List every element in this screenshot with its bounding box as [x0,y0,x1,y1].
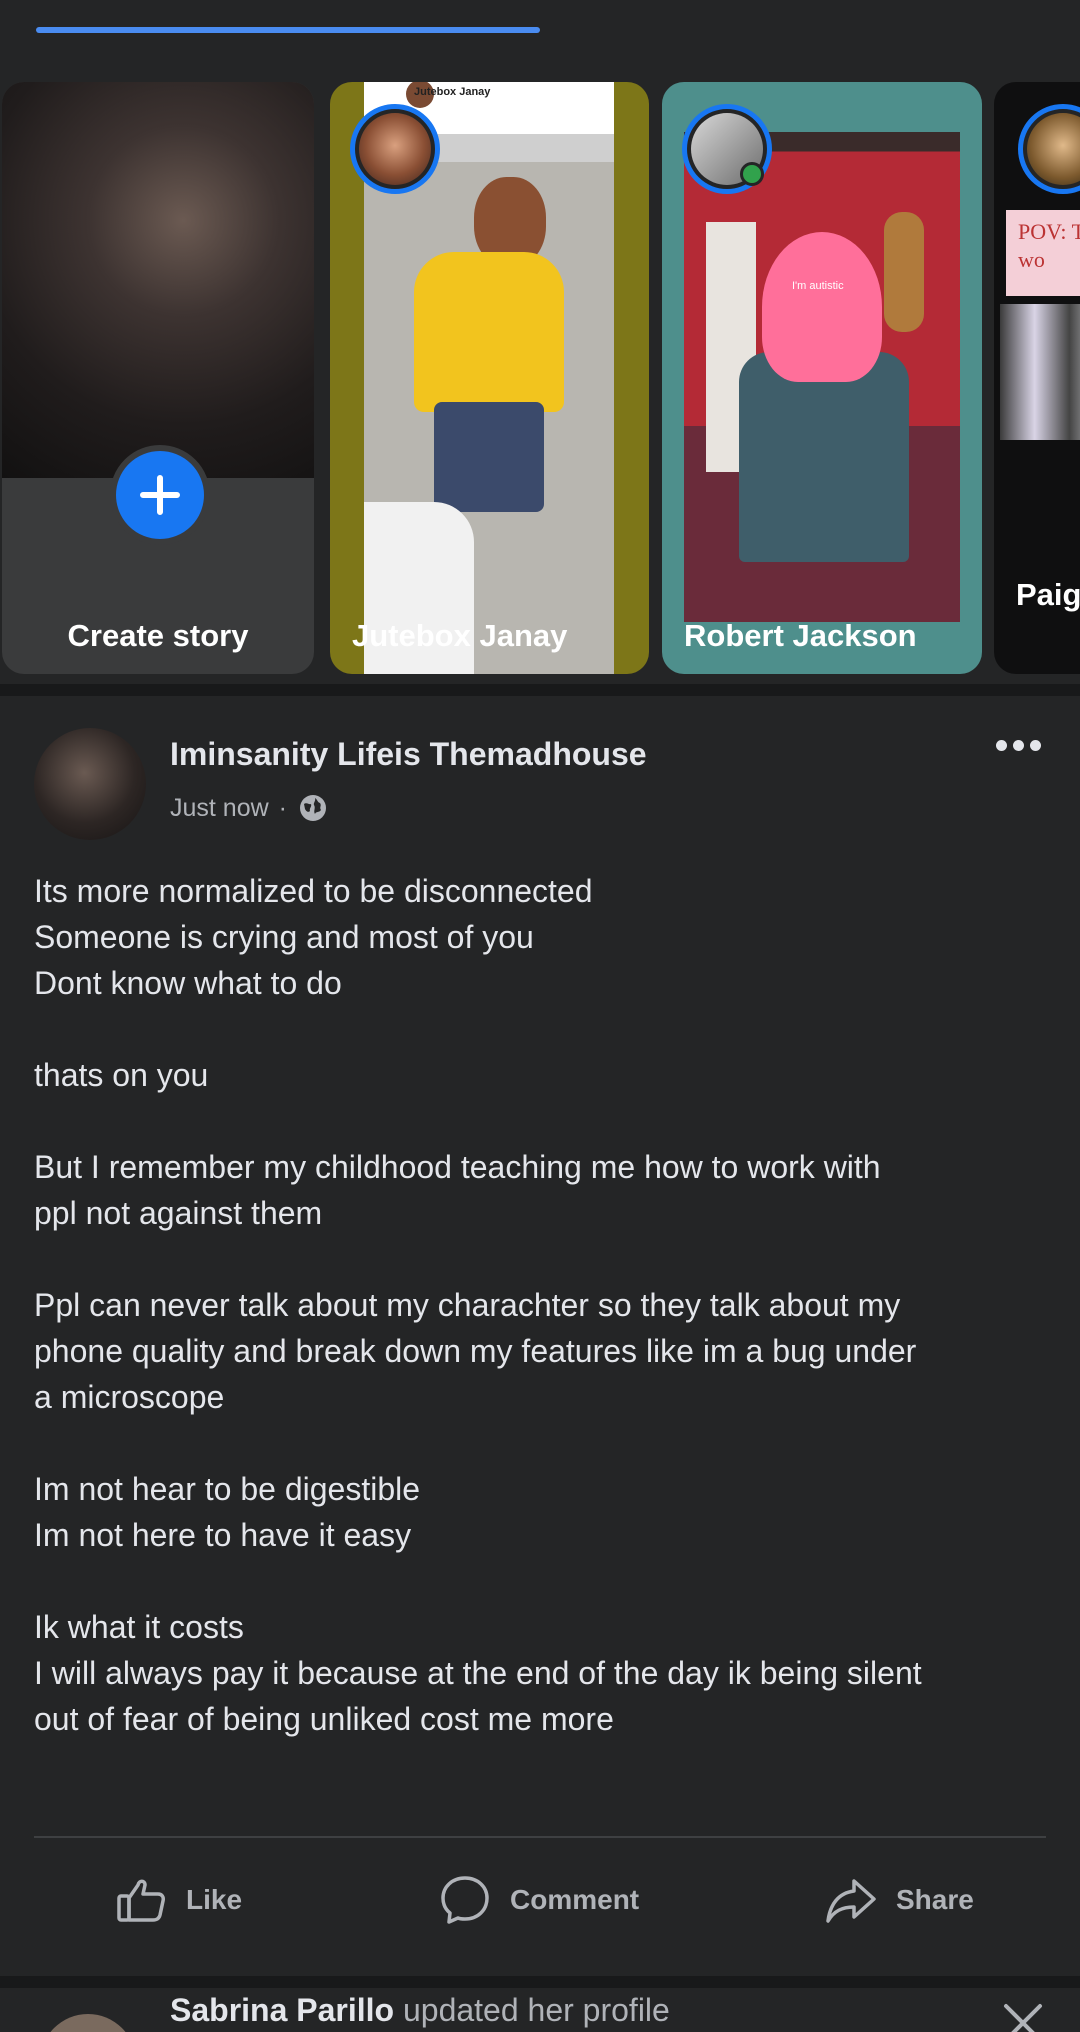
post-author-name[interactable]: Iminsanity Lifeis Themadhouse [170,736,647,773]
post-text-line: a microscope [34,1379,225,1415]
actions-divider [34,1836,1046,1838]
author-avatar[interactable] [40,2014,136,2032]
next-post-header: Sabrina Parillo updated her profile [170,1992,670,2029]
thumbs-up-icon [117,1879,165,1922]
profile-photo [2,82,314,478]
post-body: Its more normalized to be disconnected So… [34,868,1044,1742]
post-text-line: Im not here to have it easy [34,1517,412,1553]
story-author-name: Jutebox Janay [352,618,568,653]
comment-label: Comment [510,1884,640,1915]
post-timestamp[interactable]: Just now [170,794,269,823]
like-label: Like [186,1884,243,1915]
section-divider [0,684,1080,696]
post-text-line: phone quality and break down my features… [34,1333,917,1369]
post-activity-text: updated her profile [402,1992,670,2028]
like-button[interactable]: Like [114,1870,242,1930]
story-author-name: Paig Hem [1016,577,1080,612]
meta-separator: · [278,793,287,822]
stories-tray[interactable]: Create story Jutebox Janay Jutebox Janay… [0,64,1080,684]
section-divider [0,1976,1080,1988]
avatar [1027,113,1080,185]
post-text-line: Ppl can never talk about my charachter s… [34,1287,901,1323]
comment-button[interactable]: Comment [438,1870,639,1930]
post-text-line: ppl not against them [34,1195,323,1231]
post-text-line: Ik what it costs [34,1609,244,1645]
top-bar [0,0,1080,64]
share-button[interactable]: Share [824,1870,974,1930]
story-avatar-ring [1018,104,1080,194]
story-card-jutebox-janay[interactable]: Jutebox Janay Jutebox Janay [330,82,649,674]
post-text-line: Someone is crying and most of you [34,919,534,955]
avatar [359,113,431,185]
online-status-dot [740,162,764,186]
post-text-line [34,1558,1044,1604]
add-icon[interactable] [110,445,210,545]
post-text-line [34,1236,1044,1282]
post-author-name[interactable]: Sabrina Parillo [170,1992,394,2028]
story-overlay-text: POV: T I wo [1006,210,1080,296]
close-icon[interactable] [998,1998,1048,2032]
create-story-card[interactable]: Create story [2,82,314,674]
post-text-line [34,1098,1044,1144]
post-text-line [34,1006,1044,1052]
story-card-paig-hem[interactable]: POV: T I wo Paig Hem [994,82,1080,674]
share-arrow-icon [826,1879,876,1923]
comment-bubble-icon [441,1876,489,1924]
post-actions-bar: Like Comment Share [0,1870,1080,1930]
post-text-line: Dont know what to do [34,965,342,1001]
globe-icon [300,795,326,821]
post-text-line: I will always pay it because at the end … [34,1655,922,1691]
post-text-line: out of fear of being unliked cost me mor… [34,1701,614,1737]
post-text-line: thats on you [34,1057,209,1093]
story-author-name: Robert Jackson [684,618,917,653]
post-text-line [34,1420,1044,1466]
share-label: Share [896,1884,974,1915]
loading-progress-bar [36,27,540,33]
story-overlay-caption: I'm autistic [792,280,844,292]
story-overlay-tag: Jutebox Janay [414,86,491,98]
more-options-button[interactable] [996,740,1041,751]
story-preview [1000,304,1080,440]
feed-post: Iminsanity Lifeis Themadhouse Just now ·… [0,696,1080,1980]
story-avatar-ring [350,104,440,194]
post-text-line: Its more normalized to be disconnected [34,873,593,909]
author-avatar[interactable] [34,728,146,840]
story-preview: I'm autistic [684,132,960,622]
post-meta: Just now · [170,792,329,824]
create-story-label: Create story [67,618,249,653]
post-text-line: But I remember my childhood teaching me … [34,1149,881,1185]
story-card-robert-jackson[interactable]: I'm autistic Robert Jackson [662,82,982,674]
post-text-line: Im not hear to be digestible [34,1471,421,1507]
next-feed-post: Sabrina Parillo updated her profile [0,1988,1080,2032]
